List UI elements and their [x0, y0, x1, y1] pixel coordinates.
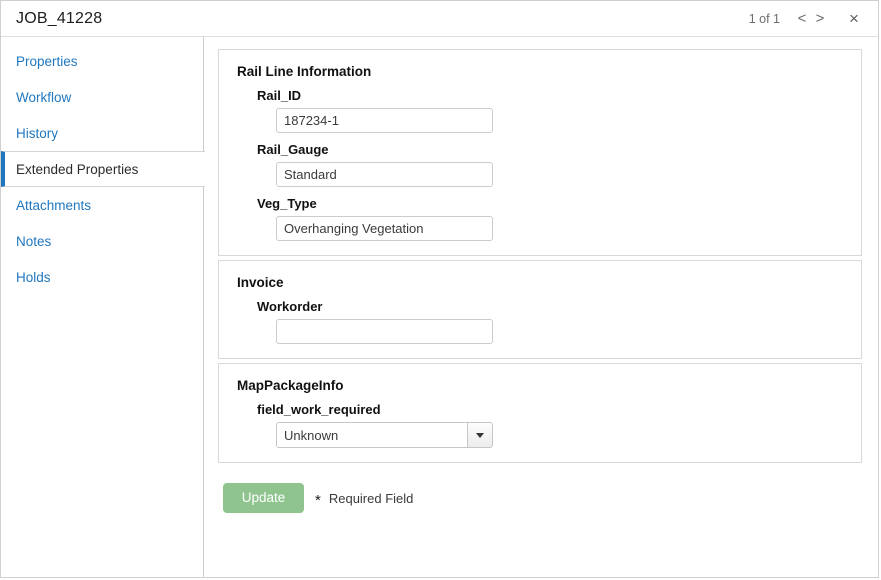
required-asterisk-icon: *	[315, 491, 321, 509]
group-title: MapPackageInfo	[237, 378, 344, 393]
field-label: field_work_required	[257, 402, 381, 417]
workorder-input[interactable]	[276, 319, 493, 344]
required-field-note: * Required Field	[315, 490, 414, 509]
caret-shape	[476, 432, 484, 438]
sidebar: Properties Workflow History Extended Pro…	[1, 37, 205, 577]
sidebar-item-label: Holds	[16, 269, 51, 285]
rail-gauge-input[interactable]	[276, 162, 493, 187]
sidebar-item-history[interactable]: History	[1, 115, 203, 151]
sidebar-item-label: Attachments	[16, 197, 92, 213]
field-label: Veg_Type	[257, 196, 317, 211]
sidebar-item-label: Properties	[16, 53, 78, 69]
sidebar-item-workflow[interactable]: Workflow	[1, 79, 203, 115]
veg-type-input[interactable]	[276, 216, 493, 241]
form-footer: Update * Required Field	[218, 467, 862, 513]
field-label: Workorder	[257, 299, 323, 314]
fieldset-rail-line-information: Rail Line Information Rail_ID Rail_Gauge…	[218, 49, 862, 256]
field-field-work-required: field_work_required Unknown	[237, 402, 847, 448]
extended-properties-panel: Rail Line Information Rail_ID Rail_Gauge…	[204, 37, 878, 577]
page-title: JOB_41228	[16, 9, 103, 27]
field-veg-type: Veg_Type	[237, 196, 847, 241]
close-icon[interactable]: ×	[846, 10, 862, 27]
sidebar-item-label: Extended Properties	[16, 161, 139, 177]
select-selected-value: Unknown	[277, 423, 468, 447]
field-workorder: Workorder	[237, 299, 847, 344]
field-work-required-select[interactable]: Unknown	[276, 422, 493, 448]
window-header: JOB_41228 1 of 1 < > ×	[1, 1, 878, 37]
fieldset-invoice: Invoice Workorder	[218, 260, 862, 359]
page-counter: 1 of 1	[748, 11, 780, 26]
rail-id-input[interactable]	[276, 108, 493, 133]
window-body: Properties Workflow History Extended Pro…	[1, 37, 878, 577]
group-title: Rail Line Information	[237, 64, 372, 79]
group-title: Invoice	[237, 275, 284, 290]
required-field-label: Required Field	[328, 490, 414, 506]
update-button[interactable]: Update	[223, 483, 304, 513]
next-record-icon[interactable]: >	[811, 11, 829, 26]
field-rail-id: Rail_ID	[237, 88, 847, 133]
sidebar-item-holds[interactable]: Holds	[1, 259, 203, 295]
chevron-down-icon[interactable]	[468, 423, 492, 447]
header-controls: 1 of 1 < > ×	[749, 10, 862, 27]
sidebar-item-label: History	[16, 125, 59, 141]
sidebar-item-properties[interactable]: Properties	[1, 43, 203, 79]
sidebar-item-attachments[interactable]: Attachments	[1, 187, 203, 223]
field-label: Rail_Gauge	[257, 142, 329, 157]
field-label: Rail_ID	[257, 88, 302, 103]
sidebar-item-notes[interactable]: Notes	[1, 223, 203, 259]
fieldset-map-package-info: MapPackageInfo field_work_required Unkno…	[218, 363, 862, 463]
sidebar-item-label: Workflow	[16, 89, 72, 105]
sidebar-item-label: Notes	[16, 233, 52, 249]
field-rail-gauge: Rail_Gauge	[237, 142, 847, 187]
job-detail-window: JOB_41228 1 of 1 < > × Properties Workfl…	[0, 0, 879, 578]
sidebar-item-extended-properties[interactable]: Extended Properties	[1, 151, 205, 187]
prev-record-icon[interactable]: <	[793, 11, 811, 26]
